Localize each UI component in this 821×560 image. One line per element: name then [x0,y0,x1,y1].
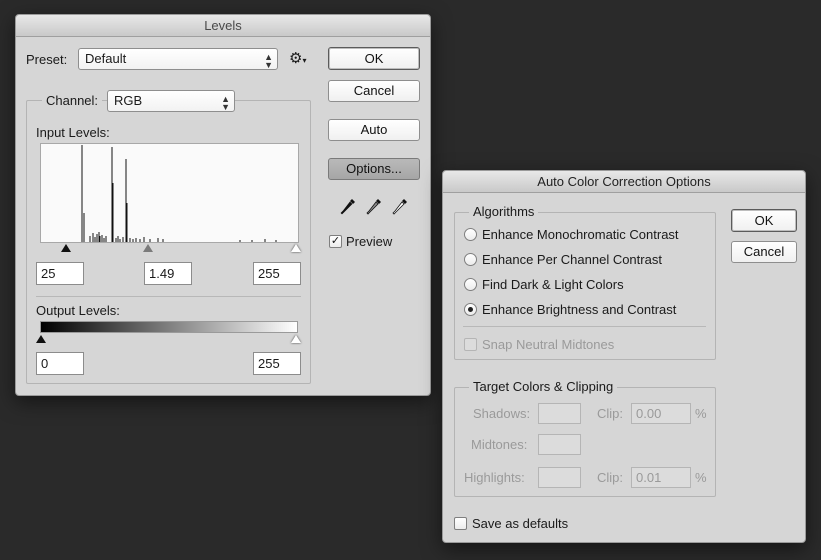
channel-value: RGB [114,93,143,108]
preview-checkbox[interactable]: ✓ [329,235,342,248]
algorithm-label: Enhance Brightness and Contrast [482,302,677,317]
channel-label: Channel: [42,93,103,108]
divider [36,296,301,297]
auto-cancel-button[interactable]: Cancel [731,241,797,263]
input-white-field[interactable]: 255 [253,262,301,285]
output-gradient-bar [40,321,298,333]
cancel-button[interactable]: Cancel [328,80,420,102]
algorithm-radio[interactable] [464,253,477,266]
histogram [40,143,299,243]
channel-select[interactable]: RGB ▲ ▼ [107,90,235,112]
algorithm-radio[interactable] [464,228,477,241]
highlights-clip-label: Clip: [597,470,624,485]
input-white-slider[interactable] [291,244,301,252]
save-defaults-label: Save as defaults [472,516,569,531]
auto-color-titlebar: Auto Color Correction Options [443,171,805,193]
shadows-clip-field[interactable]: 0.00 [631,403,691,424]
save-defaults-checkbox[interactable] [454,517,467,530]
shadows-swatch[interactable] [538,403,581,424]
auto-button[interactable]: Auto [328,119,420,141]
shadows-percent: % [695,406,707,421]
snap-neutral-checkbox[interactable] [464,338,477,351]
input-black-field[interactable]: 25 [36,262,84,285]
output-white-field[interactable]: 255 [253,352,301,375]
white-point-eyedropper-icon[interactable] [392,198,408,216]
input-black-slider[interactable] [61,244,71,252]
input-slider-track[interactable] [40,243,301,255]
levels-dialog: Levels Preset: Default ▲ ▼ ⚙▾ OK Cancel A… [15,14,431,396]
shadows-label: Shadows: [473,406,531,421]
algorithm-label: Enhance Monochromatic Contrast [482,227,679,242]
shadows-clip-label: Clip: [597,406,624,421]
midtones-swatch[interactable] [538,434,581,455]
select-arrows-icon: ▲ ▼ [221,94,230,112]
black-point-eyedropper-icon[interactable] [340,198,356,216]
select-arrows-icon: ▲ ▼ [264,52,273,70]
options-button[interactable]: Options... [328,158,420,180]
algorithm-radio-selected[interactable] [464,303,477,316]
divider [463,326,706,327]
input-levels-label: Input Levels: [36,125,110,140]
target-colors-title: Target Colors & Clipping [469,379,618,394]
auto-color-dialog: Auto Color Correction Options OK Cancel … [442,170,806,543]
algorithm-label: Enhance Per Channel Contrast [482,252,662,267]
algorithms-title: Algorithms [469,204,539,219]
output-white-slider[interactable] [291,335,301,343]
highlights-label: Highlights: [464,470,525,485]
algorithm-radio[interactable] [464,278,477,291]
algorithm-label: Find Dark & Light Colors [482,277,624,292]
levels-titlebar: Levels [16,15,430,37]
gray-point-eyedropper-icon[interactable] [366,198,382,216]
ok-button[interactable]: OK [328,47,420,70]
gear-icon[interactable]: ⚙▾ [289,49,306,67]
preset-select[interactable]: Default ▲ ▼ [78,48,278,70]
highlights-clip-field[interactable]: 0.01 [631,467,691,488]
output-black-field[interactable]: 0 [36,352,84,375]
output-levels-label: Output Levels: [36,303,120,318]
snap-neutral-label: Snap Neutral Midtones [482,337,615,352]
auto-ok-button[interactable]: OK [731,209,797,232]
midtones-label: Midtones: [471,437,528,452]
output-slider-track[interactable] [36,334,301,346]
input-gamma-slider[interactable] [143,244,153,252]
input-gamma-field[interactable]: 1.49 [144,262,192,285]
highlights-percent: % [695,470,707,485]
preview-label: Preview [346,234,393,249]
preset-label: Preset: [26,52,68,67]
highlights-swatch[interactable] [538,467,581,488]
output-black-slider[interactable] [36,335,46,343]
preset-value: Default [85,51,127,66]
